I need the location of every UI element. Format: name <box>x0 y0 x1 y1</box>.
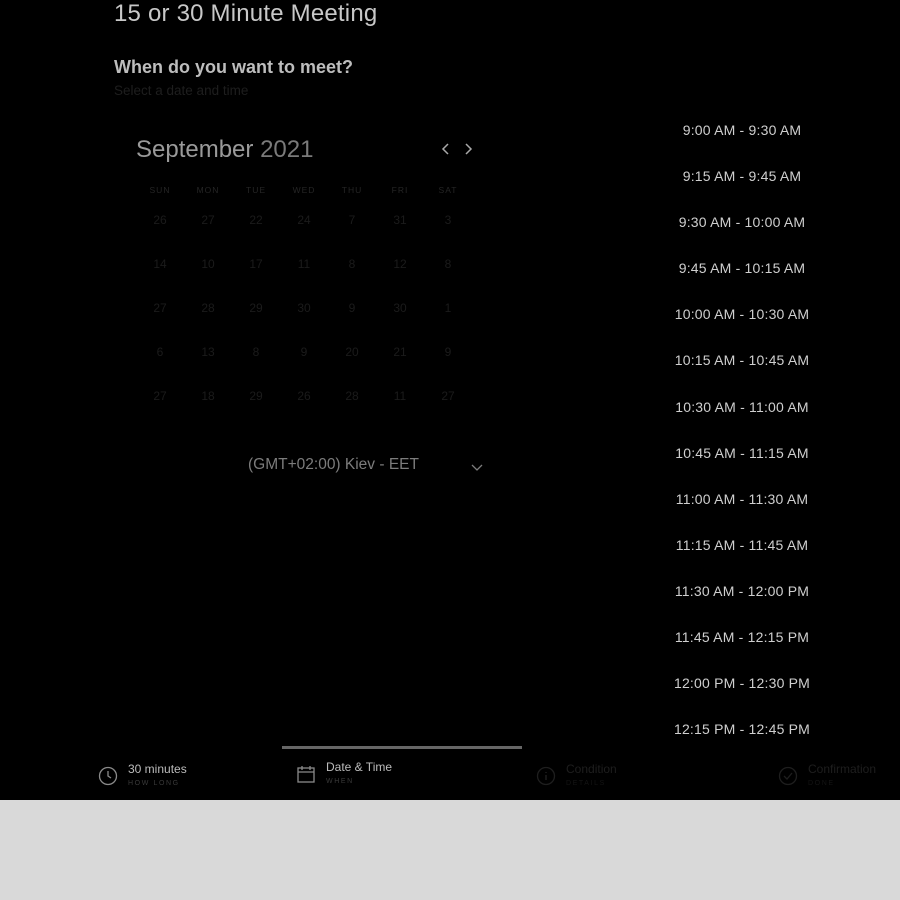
previous-month-button[interactable] <box>436 140 456 160</box>
calendar-week: 27 18 29 26 28 11 27 <box>136 374 472 418</box>
timezone-select[interactable]: (GMT+02:00) Kiev - EET <box>248 456 488 478</box>
year-label: 2021 <box>260 136 314 163</box>
info-icon <box>536 766 556 786</box>
time-slot[interactable]: 9:00 AM - 9:30 AM <box>662 118 822 164</box>
timezone-label: (GMT+02:00) Kiev - EET <box>248 456 419 473</box>
weekday-label: FRI <box>391 185 409 195</box>
time-slot[interactable]: 11:00 AM - 11:30 AM <box>662 487 822 533</box>
step-sublabel: DETAILS <box>566 780 606 787</box>
calendar-grid: 26 27 22 24 7 31 3 14 10 17 11 8 12 8 27… <box>136 198 472 418</box>
calendar-day[interactable]: 22 <box>232 213 280 227</box>
calendar-day[interactable]: 28 <box>328 389 376 403</box>
section-heading: When do you want to meet? <box>114 57 353 77</box>
calendar-day[interactable]: 8 <box>232 345 280 359</box>
check-circle-icon <box>778 766 798 786</box>
calendar-day[interactable]: 29 <box>232 301 280 315</box>
weekday-label: THU <box>341 185 363 195</box>
active-step-indicator <box>282 746 522 749</box>
calendar-month-title: September 2021 <box>136 136 313 164</box>
calendar-day[interactable]: 21 <box>376 345 424 359</box>
weekday-header: SUN MON TUE WED THU FRI SAT <box>136 185 472 195</box>
calendar-day[interactable]: 14 <box>136 257 184 271</box>
calendar-icon <box>297 766 315 783</box>
month-name: September <box>136 136 254 163</box>
calendar-day[interactable]: 27 <box>184 213 232 227</box>
calendar-week: 6 13 8 9 20 21 9 <box>136 330 472 374</box>
step-progress-bar: 30 minutes HOW LONG Date & Time WHEN Con… <box>0 746 900 800</box>
calendar-day[interactable]: 11 <box>280 257 328 271</box>
calendar-week: 27 28 29 30 9 30 1 <box>136 286 472 330</box>
calendar-day[interactable]: 9 <box>280 345 328 359</box>
helper-text: Select a date and time <box>114 83 249 98</box>
calendar-day[interactable]: 8 <box>328 257 376 271</box>
page-title: 15 or 30 Minute Meeting <box>114 0 378 27</box>
step-label: Condition <box>566 762 617 776</box>
calendar-day[interactable]: 27 <box>136 301 184 315</box>
weekday-label: MON <box>196 185 220 195</box>
weekday-label: SUN <box>149 185 171 195</box>
calendar-day[interactable]: 27 <box>136 389 184 403</box>
weekday-label: SAT <box>438 185 458 195</box>
time-slot[interactable]: 9:15 AM - 9:45 AM <box>662 164 822 210</box>
calendar-day[interactable]: 26 <box>280 389 328 403</box>
calendar-day[interactable]: 12 <box>376 257 424 271</box>
calendar-day[interactable]: 27 <box>424 389 472 403</box>
weekday-label: WED <box>292 185 316 195</box>
step-label: Confirmation <box>808 762 877 776</box>
time-slot[interactable]: 10:30 AM - 11:00 AM <box>662 395 822 441</box>
calendar-day[interactable]: 18 <box>184 389 232 403</box>
time-slot[interactable]: 11:15 AM - 11:45 AM <box>662 533 822 579</box>
calendar-week: 26 27 22 24 7 31 3 <box>136 198 472 242</box>
calendar-day[interactable]: 3 <box>424 213 472 227</box>
calendar-day[interactable]: 10 <box>184 257 232 271</box>
weekday-label: TUE <box>246 185 266 195</box>
step-label: 30 minutes <box>128 762 187 776</box>
time-slot[interactable]: 10:15 AM - 10:45 AM <box>662 348 822 394</box>
chevron-right-icon <box>465 143 473 155</box>
calendar-day[interactable]: 17 <box>232 257 280 271</box>
calendar-day[interactable]: 8 <box>424 257 472 271</box>
calendar-day[interactable]: 1 <box>424 301 472 315</box>
calendar-day[interactable]: 30 <box>280 301 328 315</box>
below-frame-area <box>0 800 900 900</box>
calendar-day[interactable]: 9 <box>328 301 376 315</box>
next-month-button[interactable] <box>458 140 478 160</box>
calendar-day[interactable]: 31 <box>376 213 424 227</box>
scheduler-app: 15 or 30 Minute Meeting When do you want… <box>0 0 900 800</box>
step-sublabel: DONE <box>808 780 835 787</box>
calendar-day[interactable]: 11 <box>376 389 424 403</box>
time-slot[interactable]: 11:45 AM - 12:15 PM <box>662 625 822 671</box>
time-slot[interactable]: 10:00 AM - 10:30 AM <box>662 302 822 348</box>
calendar-day[interactable]: 6 <box>136 345 184 359</box>
calendar-day[interactable]: 26 <box>136 213 184 227</box>
calendar-day[interactable]: 29 <box>232 389 280 403</box>
time-slot[interactable]: 10:45 AM - 11:15 AM <box>662 441 822 487</box>
clock-icon <box>98 766 118 786</box>
calendar-day[interactable]: 28 <box>184 301 232 315</box>
time-slot-list: 9:00 AM - 9:30 AM 9:15 AM - 9:45 AM 9:30… <box>662 118 822 763</box>
calendar-day[interactable]: 24 <box>280 213 328 227</box>
time-slot[interactable]: 12:00 PM - 12:30 PM <box>662 671 822 717</box>
chevron-down-icon <box>471 464 483 471</box>
calendar-day[interactable]: 9 <box>424 345 472 359</box>
chevron-left-icon <box>441 143 449 155</box>
step-label: Date & Time <box>326 760 393 774</box>
calendar-day[interactable]: 13 <box>184 345 232 359</box>
calendar-day[interactable]: 20 <box>328 345 376 359</box>
calendar-day[interactable]: 30 <box>376 301 424 315</box>
time-slot[interactable]: 11:30 AM - 12:00 PM <box>662 579 822 625</box>
step-sublabel: HOW LONG <box>128 780 180 787</box>
step-sublabel: WHEN <box>326 778 354 785</box>
calendar-day[interactable]: 7 <box>328 213 376 227</box>
calendar-week: 14 10 17 11 8 12 8 <box>136 242 472 286</box>
time-slot[interactable]: 9:30 AM - 10:00 AM <box>662 210 822 256</box>
time-slot[interactable]: 9:45 AM - 10:15 AM <box>662 256 822 302</box>
